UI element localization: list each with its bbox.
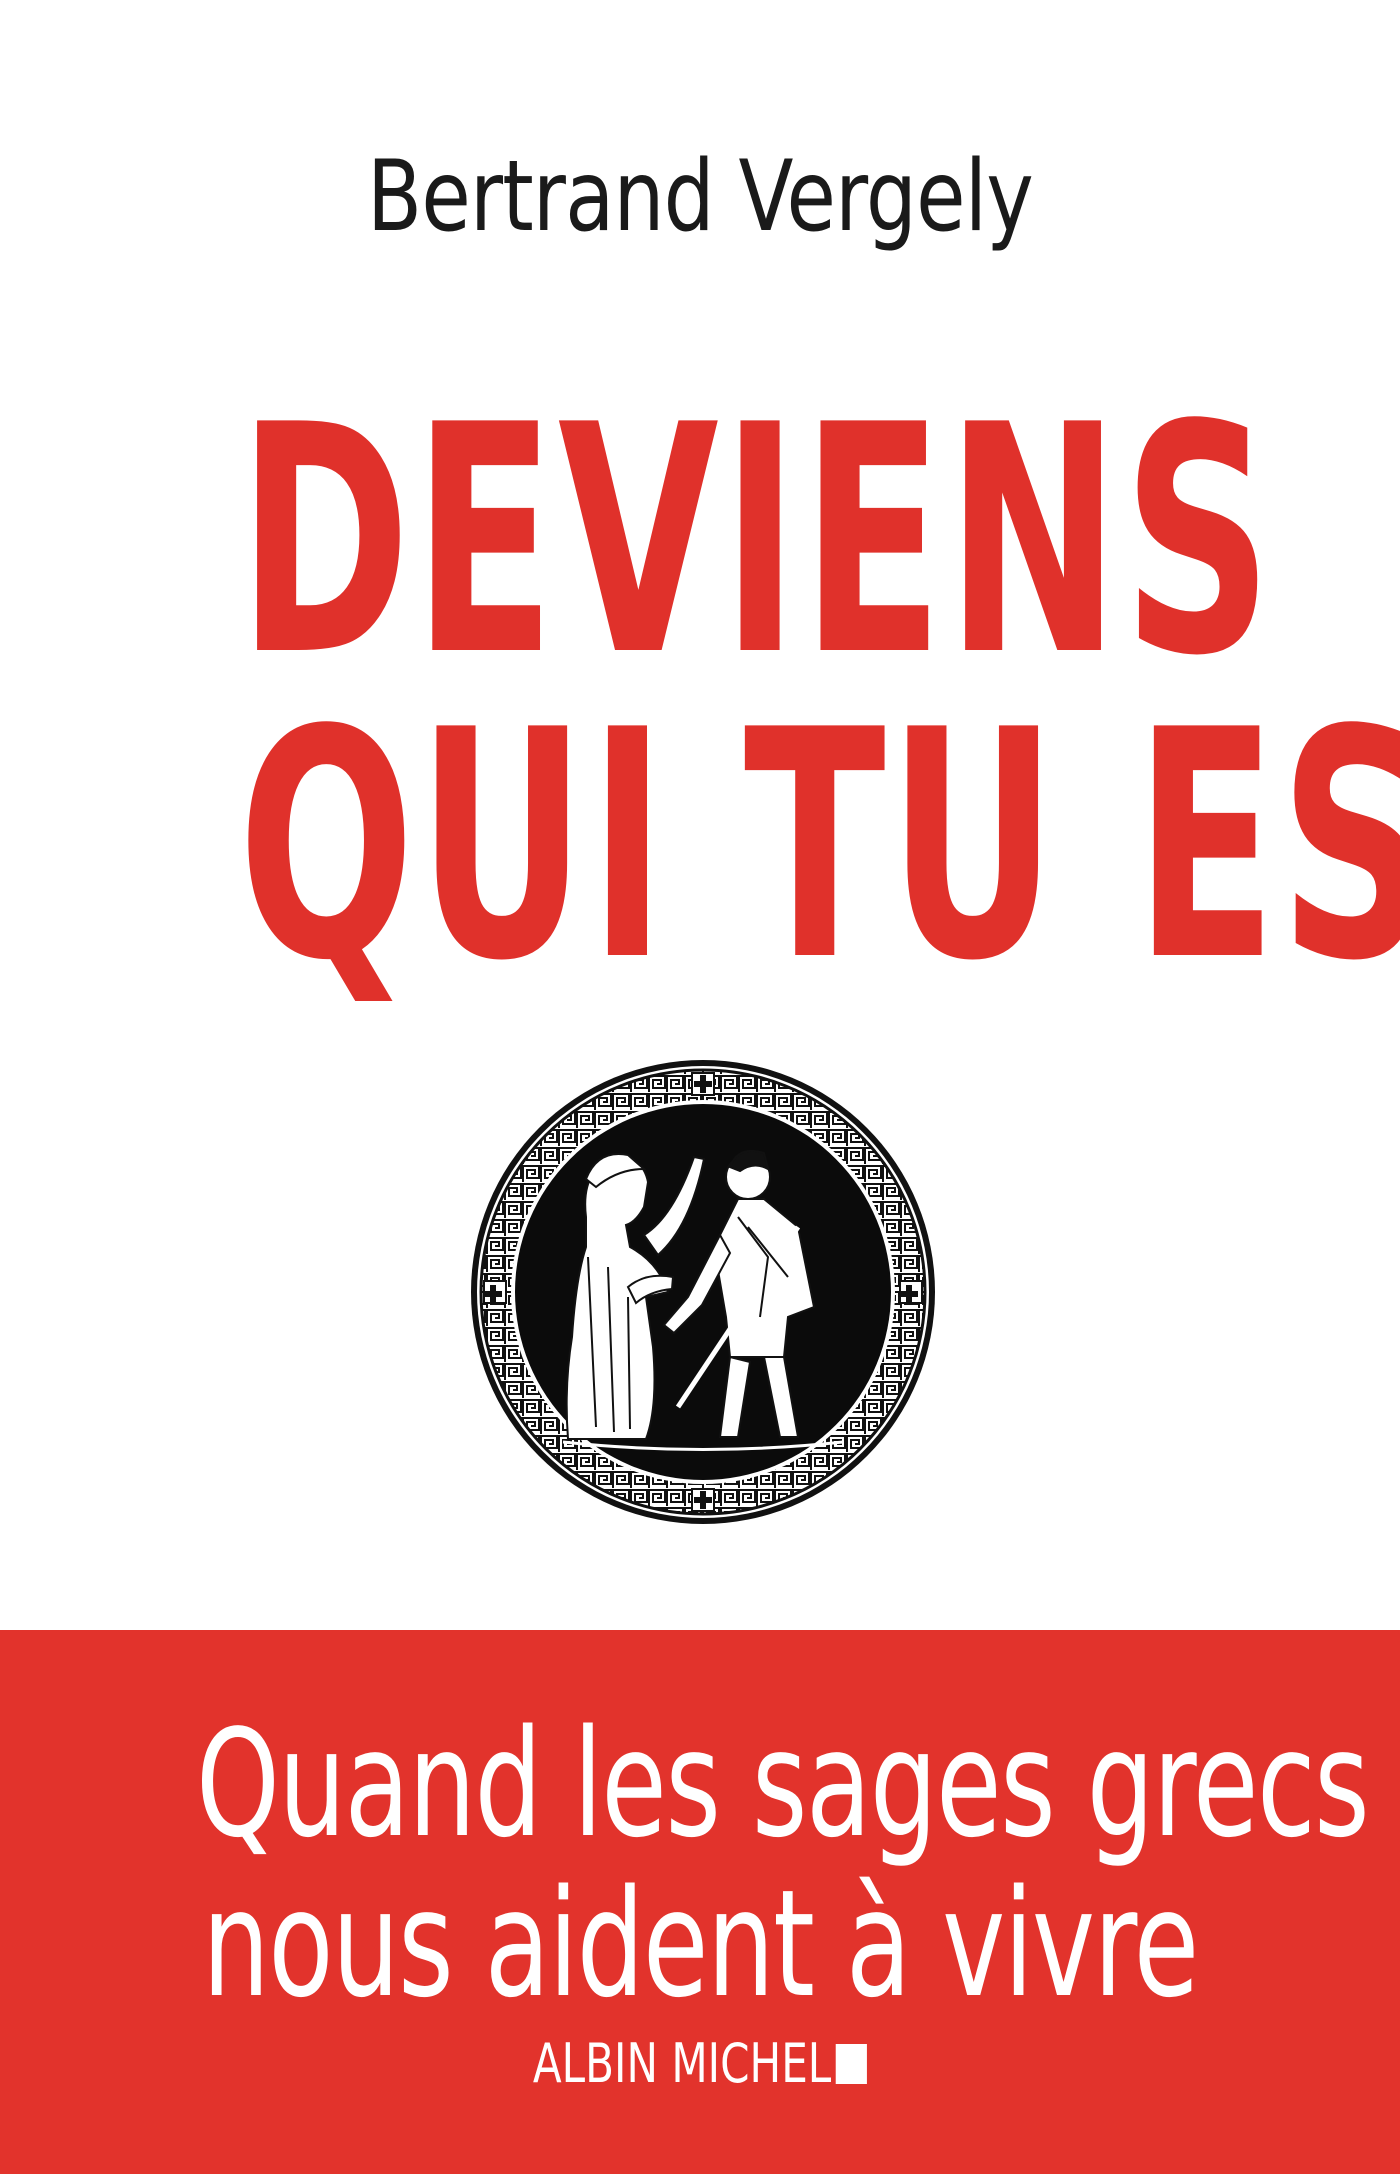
book-cover: Bertrand Vergely DEVIENS QUI TU ES Quand… [0, 0, 1400, 2174]
publisher-logo: ALBIN MICHEL [154, 2032, 1246, 2095]
greek-vase-medallion-icon [468, 1057, 938, 1527]
author-name: Bertrand Vergely [367, 140, 1034, 254]
subtitle-line-1: Quand les sages grecs [195, 1698, 1370, 1870]
title-line-1: DEVIENS [237, 359, 1276, 725]
publisher-name: ALBIN MICHEL [532, 2032, 832, 2095]
publisher-square-icon [835, 2044, 868, 2084]
subtitle-line-2: nous aident à vivre [202, 1858, 1199, 2030]
title-line-2: QUI TU ES [237, 664, 1400, 1030]
